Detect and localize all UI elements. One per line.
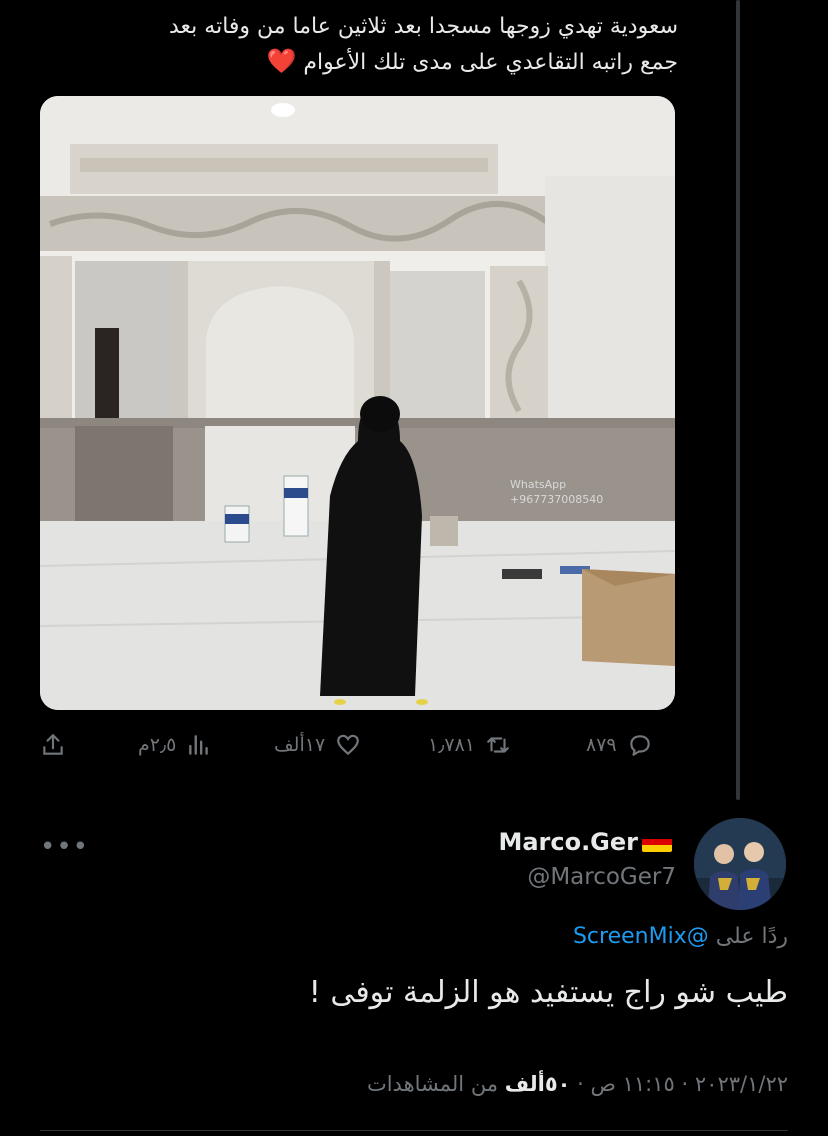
- user-handle[interactable]: @MarcoGer7: [527, 864, 676, 890]
- replying-prefix: ردًا على: [715, 924, 788, 949]
- original-tweet-text: سعودية تهدي زوجها مسجدا بعد ثلاثين عاما …: [38, 10, 678, 80]
- tweet-text-line-2: جمع راتبه التقاعدي على مدى تلك الأعوام ❤…: [38, 44, 678, 80]
- heart-emoji: ❤️: [266, 47, 297, 75]
- avatar[interactable]: [694, 818, 786, 910]
- thread-connector-line: [736, 0, 740, 800]
- reply-icon: [629, 735, 650, 756]
- meta-separator-2: ·: [577, 1072, 584, 1096]
- reply-tweet-text: طيب شو راج يستفيد هو الزلمة توفى !: [308, 975, 788, 1010]
- avatar-image: [694, 818, 786, 910]
- views-label: من المشاهدات: [366, 1072, 499, 1096]
- tweet-text-line-2-content: جمع راتبه التقاعدي على مدى تلك الأعوام: [303, 50, 678, 75]
- share-button[interactable]: [40, 720, 66, 770]
- tweet-date[interactable]: ٢٠٢٣/١/٢٢: [695, 1072, 788, 1096]
- tweet-media-image[interactable]: WhatsApp +967737008540: [40, 96, 675, 710]
- retweet-icon: [487, 737, 509, 753]
- more-options-button[interactable]: •••: [40, 832, 89, 862]
- user-display-name[interactable]: Marco.Ger: [498, 828, 672, 856]
- views-button[interactable]: ٢٫٥م: [138, 720, 212, 770]
- replying-to-line: ردًا على @ScreenMix: [573, 924, 788, 949]
- like-icon: [337, 734, 360, 756]
- divider: [40, 1130, 788, 1131]
- views-count: ٢٫٥م: [138, 734, 177, 756]
- meta-separator-1: ·: [681, 1072, 689, 1096]
- reply-tweet-header: ••• Marco.Ger @MarcoGer7: [0, 818, 828, 910]
- media-watermark-2: +967737008540: [510, 493, 603, 506]
- replying-to-mention-link[interactable]: @ScreenMix: [573, 924, 709, 949]
- retweet-button[interactable]: ١٫٧٨١: [428, 720, 511, 770]
- reply-count-button[interactable]: ٨٧٩: [586, 720, 653, 770]
- retweets-count: ١٫٧٨١: [428, 734, 475, 756]
- tweet-time[interactable]: ١١:١٥ ص: [591, 1072, 675, 1096]
- replies-count: ٨٧٩: [586, 734, 617, 756]
- mosque-interior-photo: WhatsApp +967737008540: [40, 96, 675, 710]
- ceiling-light: [271, 103, 295, 117]
- like-button[interactable]: ١٧ألف: [274, 720, 361, 770]
- display-name-text: Marco.Ger: [498, 828, 638, 856]
- likes-count: ١٧ألف: [274, 734, 326, 756]
- media-watermark-1: WhatsApp: [510, 478, 566, 491]
- share-icon: [43, 733, 63, 755]
- views-count-total: ٥٠ألف: [504, 1072, 571, 1096]
- views-icon: [189, 735, 209, 755]
- tweet-text-line-1: سعودية تهدي زوجها مسجدا بعد ثلاثين عاما …: [169, 14, 678, 39]
- tweet-metadata: ٢٠٢٣/١/٢٢ · ١١:١٥ ص · ٥٠ألف من المشاهدات: [367, 1072, 788, 1096]
- tweet-actions-bar: ٢٫٥م ١٧ألف ١٫٧٨١ ٨٧٩: [40, 720, 680, 770]
- more-icon: •••: [40, 832, 90, 862]
- germany-flag: [642, 832, 672, 852]
